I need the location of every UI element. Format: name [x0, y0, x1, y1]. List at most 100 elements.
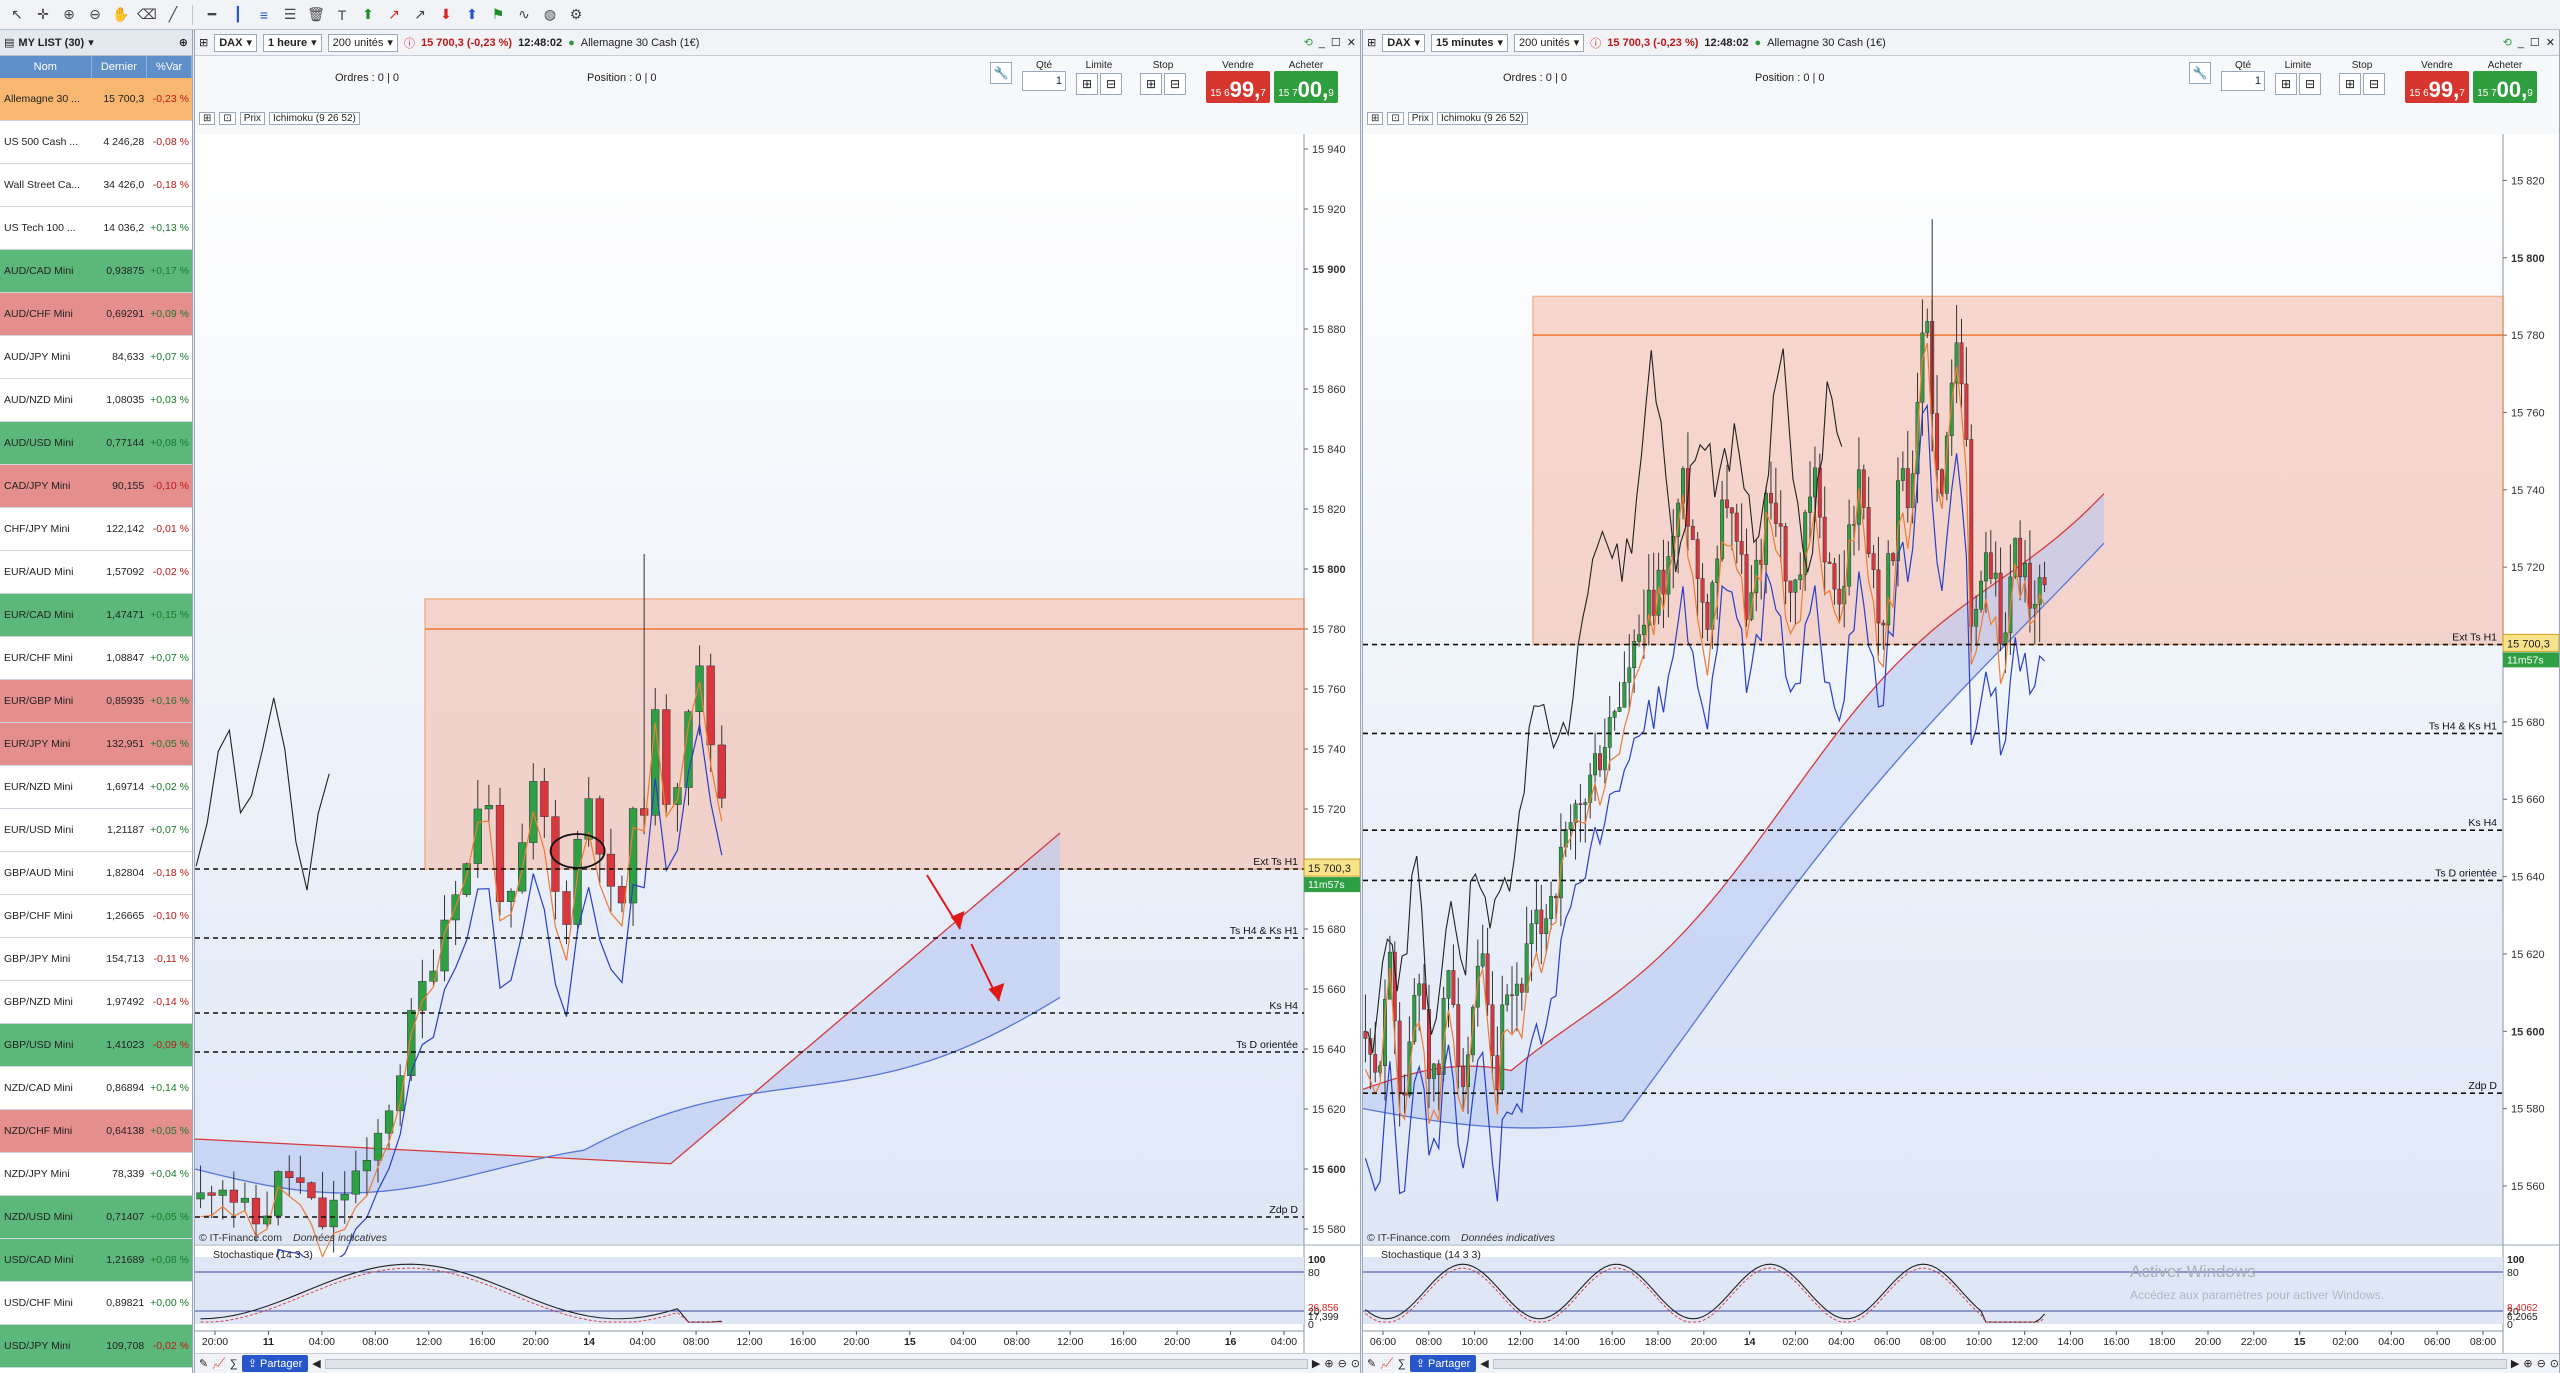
buy-button[interactable]: 15 7 00, 9	[1274, 71, 1338, 103]
close-icon[interactable]: ✕	[1347, 36, 1356, 49]
arrow-up-green-icon[interactable]: ⬆	[357, 4, 379, 26]
watchlist-row[interactable]: EUR/NZD Mini 1,69714 +0,02 %	[0, 766, 192, 809]
watchlist-row[interactable]: USD/CAD Mini 1,21689 +0,08 %	[0, 1239, 192, 1282]
indicator-icon[interactable]: ∑	[1398, 1358, 1406, 1370]
vline-icon[interactable]: ┃	[227, 4, 249, 26]
watchlist-row[interactable]: GBP/NZD Mini 1,97492 -0,14 %	[0, 981, 192, 1024]
watchlist-row[interactable]: NZD/CHF Mini 0,64138 +0,05 %	[0, 1110, 192, 1153]
watchlist-row[interactable]: GBP/CHF Mini 1,26665 -0,10 %	[0, 895, 192, 938]
limit-remove-icon[interactable]: ⊟	[2299, 73, 2321, 95]
info-icon[interactable]: ⓘ	[404, 35, 415, 51]
maximize-icon[interactable]: ☐	[2530, 36, 2540, 49]
watchlist-row[interactable]: NZD/USD Mini 0,71407 +0,05 %	[0, 1196, 192, 1239]
arrow-ne-red-icon[interactable]: ↗	[383, 4, 405, 26]
horizontal-scrollbar[interactable]	[1492, 1358, 2507, 1369]
palette-icon[interactable]: ◍	[539, 4, 561, 26]
stop-add-icon[interactable]: ⊞	[1140, 73, 1162, 95]
legend-price[interactable]: Prix	[1407, 112, 1434, 125]
maximize-icon[interactable]: ☐	[1331, 36, 1341, 49]
hand-icon[interactable]: ✋	[110, 4, 132, 26]
watchlist-row[interactable]: EUR/CAD Mini 1,47471 +0,15 %	[0, 594, 192, 637]
add-chart-icon[interactable]: ⊞	[1367, 36, 1376, 49]
settings-icon[interactable]: ⚙	[565, 4, 587, 26]
watchlist-row[interactable]: USD/JPY Mini 109,708 -0,02 %	[0, 1325, 192, 1368]
wrench-icon[interactable]: 🔧	[990, 60, 1012, 106]
symbol-select[interactable]: DAX ▾	[1382, 33, 1425, 52]
arrow-up-blue-icon[interactable]: ⬆	[461, 4, 483, 26]
watchlist-row[interactable]: AUD/CAD Mini 0,93875 +0,17 %	[0, 250, 192, 293]
indicator-icon[interactable]: ∑	[230, 1358, 238, 1370]
hline-icon[interactable]: ━	[201, 4, 223, 26]
trash-icon[interactable]: 🗑	[305, 4, 327, 26]
units-select[interactable]: 200 unités ▾	[327, 33, 398, 52]
limit-add-icon[interactable]: ⊞	[1076, 73, 1098, 95]
add-chart-icon[interactable]: ⊞	[199, 36, 208, 49]
stop-add-icon[interactable]: ⊞	[2339, 73, 2361, 95]
scroll-right-icon[interactable]: ▶	[1312, 1357, 1320, 1370]
units-select[interactable]: 200 unités ▾	[1513, 33, 1585, 52]
arrow-down-red-icon[interactable]: ⬇	[435, 4, 457, 26]
legend-ichimoku[interactable]: Ichimoku (9 26 52)	[1437, 112, 1528, 125]
watchlist-row[interactable]: EUR/JPY Mini 132,951 +0,05 %	[0, 723, 192, 766]
watchlist-row[interactable]: Allemagne 30 ... 15 700,3 -0,23 %	[0, 78, 192, 121]
minimize-icon[interactable]: _	[2518, 37, 2524, 49]
flag-icon[interactable]: ⚑	[487, 4, 509, 26]
watchlist-row[interactable]: US 500 Cash ... 4 246,28 -0,08 %	[0, 121, 192, 164]
watchlist-row[interactable]: CHF/JPY Mini 122,142 -0,01 %	[0, 508, 192, 551]
zoom-in-icon[interactable]: ⊕	[1324, 1357, 1333, 1370]
zoom-in-icon[interactable]: ⊕	[2523, 1357, 2532, 1370]
column-var[interactable]: %Var	[147, 56, 192, 78]
sell-button[interactable]: 15 6 99, 7	[1206, 71, 1270, 103]
crosshair-icon[interactable]: ✛	[32, 4, 54, 26]
cursor-icon[interactable]: ↖	[6, 4, 28, 26]
scroll-right-icon[interactable]: ▶	[2511, 1357, 2519, 1370]
timeframe-select[interactable]: 1 heure ▾	[262, 33, 322, 52]
chart-type-icon[interactable]: 📈	[1380, 1357, 1394, 1370]
chevron-down-icon[interactable]: ▾	[88, 36, 94, 49]
timeframe-select[interactable]: 15 minutes ▾	[1430, 33, 1508, 52]
stop-remove-icon[interactable]: ⊟	[1164, 73, 1186, 95]
zoom-in-icon[interactable]: ⊕	[58, 4, 80, 26]
watchlist-row[interactable]: USD/CHF Mini 0,89821 +0,00 %	[0, 1282, 192, 1325]
refresh-icon[interactable]: ⟲	[1304, 36, 1313, 49]
column-name[interactable]: Nom	[0, 56, 92, 78]
watchlist-row[interactable]: AUD/USD Mini 0,77144 +0,08 %	[0, 422, 192, 465]
scroll-left-icon[interactable]: ◀	[1480, 1357, 1488, 1370]
buy-button[interactable]: 15 7 00, 9	[2473, 71, 2537, 103]
watchlist-row[interactable]: GBP/AUD Mini 1,82804 -0,18 %	[0, 852, 192, 895]
watchlist-row[interactable]: AUD/NZD Mini 1,08035 +0,03 %	[0, 379, 192, 422]
fib-icon[interactable]: ☰	[279, 4, 301, 26]
watchlist-row[interactable]: AUD/JPY Mini 84,633 +0,07 %	[0, 336, 192, 379]
minimize-icon[interactable]: _	[1319, 37, 1325, 49]
watchlist-row[interactable]: GBP/JPY Mini 154,713 -0,11 %	[0, 938, 192, 981]
watchlist-row[interactable]: US Tech 100 ... 14 036,2 +0,13 %	[0, 207, 192, 250]
column-last[interactable]: Dernier	[92, 56, 148, 78]
watchlist-title[interactable]: MY LIST (30)	[18, 37, 84, 49]
stop-remove-icon[interactable]: ⊟	[2363, 73, 2385, 95]
close-icon[interactable]: ✕	[2546, 36, 2555, 49]
limit-add-icon[interactable]: ⊞	[2275, 73, 2297, 95]
share-button[interactable]: ⇪ Partager	[1409, 1355, 1477, 1372]
line-icon[interactable]: ╱	[162, 4, 184, 26]
zoom-out-icon[interactable]: ⊖	[1338, 1357, 1347, 1370]
legend-price[interactable]: Prix	[239, 112, 266, 125]
watchlist-row[interactable]: EUR/USD Mini 1,21187 +0,07 %	[0, 809, 192, 852]
channel-icon[interactable]: ≡	[253, 4, 275, 26]
share-button[interactable]: ⇪ Partager	[241, 1355, 309, 1372]
add-icon[interactable]: ⊕	[179, 36, 188, 49]
reset-zoom-icon[interactable]: ⊙	[1351, 1357, 1360, 1370]
watchlist-row[interactable]: Wall Street Ca... 34 426,0 -0,18 %	[0, 164, 192, 207]
info-icon[interactable]: ⓘ	[1590, 35, 1601, 51]
watchlist-row[interactable]: CAD/JPY Mini 90,155 -0,10 %	[0, 465, 192, 508]
watchlist-row[interactable]: NZD/JPY Mini 78,339 +0,04 %	[0, 1153, 192, 1196]
horizontal-scrollbar[interactable]	[324, 1358, 1308, 1369]
symbol-select[interactable]: DAX ▾	[214, 33, 257, 52]
watchlist-row[interactable]: EUR/CHF Mini 1,08847 +0,07 %	[0, 637, 192, 680]
scroll-left-icon[interactable]: ◀	[312, 1357, 320, 1370]
watchlist-row[interactable]: EUR/AUD Mini 1,57092 -0,02 %	[0, 551, 192, 594]
text-icon[interactable]: T	[331, 4, 353, 26]
limit-remove-icon[interactable]: ⊟	[1100, 73, 1122, 95]
arrow-ne-black-icon[interactable]: ↗	[409, 4, 431, 26]
eraser-icon[interactable]: ⌫	[136, 4, 158, 26]
wave-icon[interactable]: ∿	[513, 4, 535, 26]
